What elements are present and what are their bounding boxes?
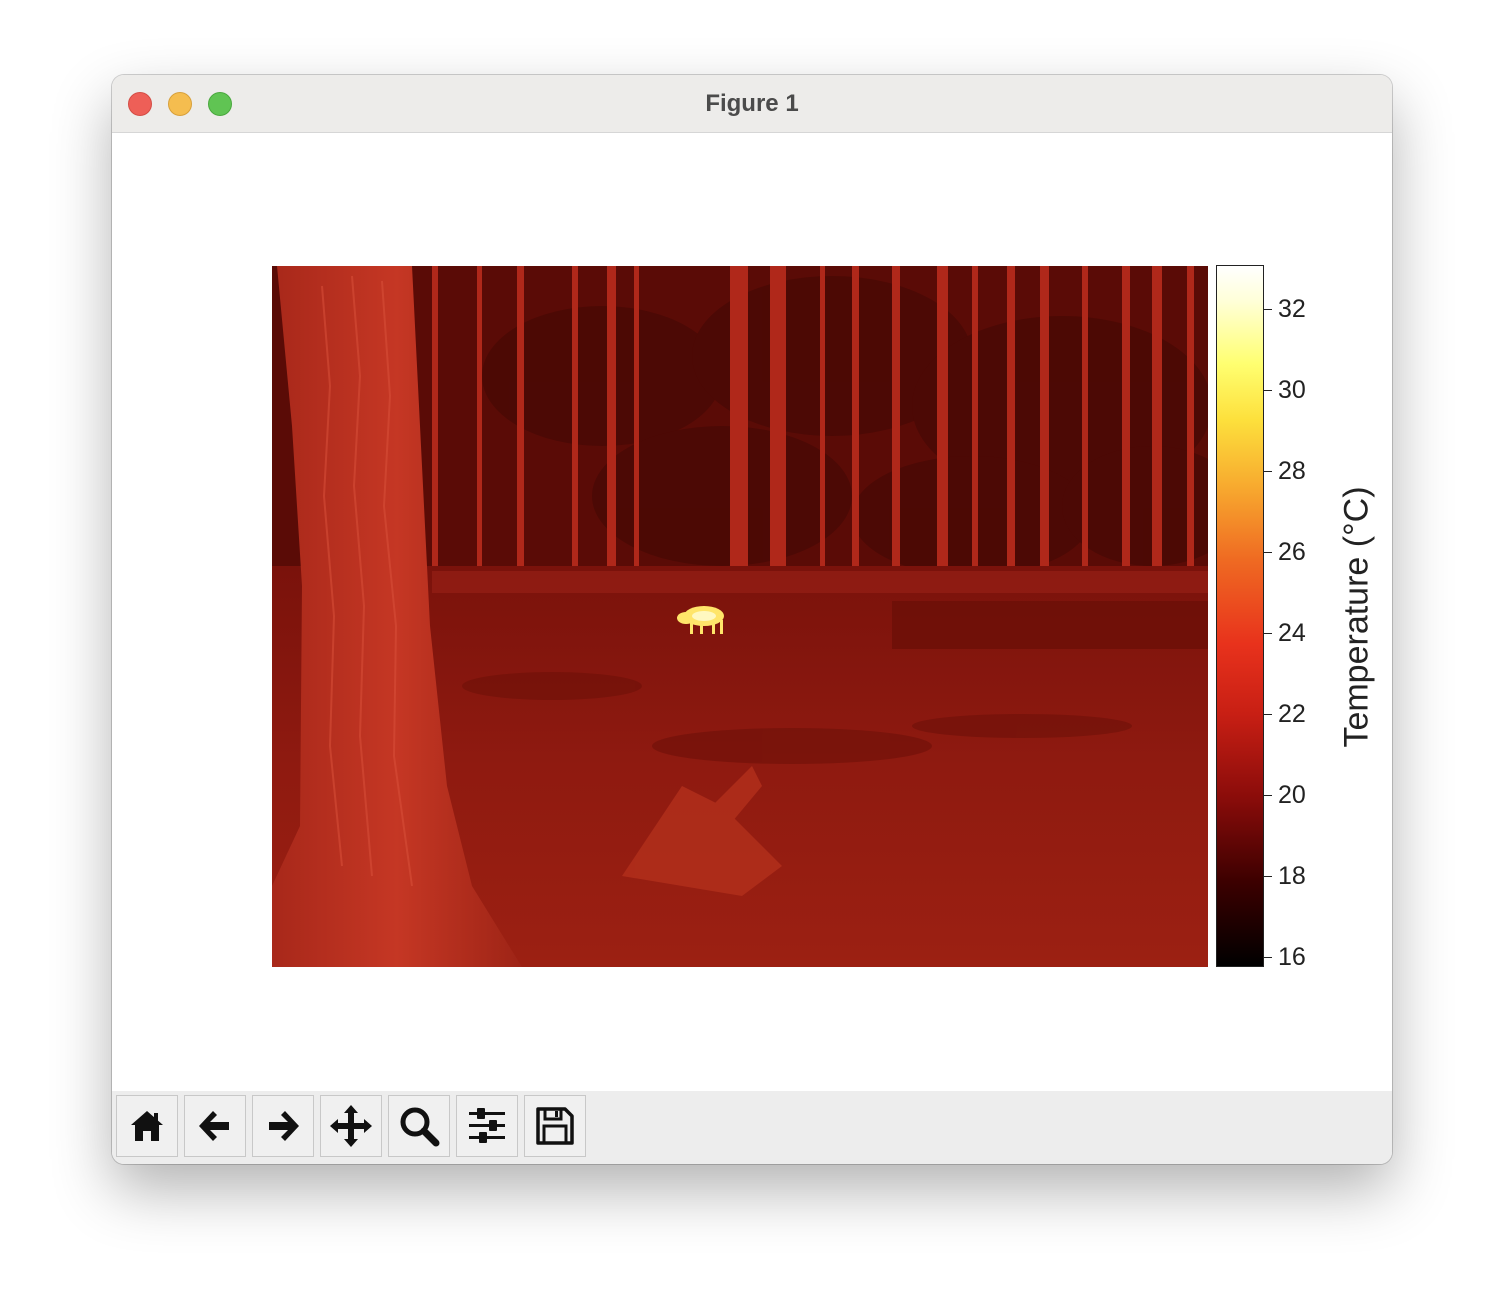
zoom-button-tool[interactable] — [388, 1095, 450, 1157]
colorbar-tick — [1264, 876, 1272, 877]
save-button[interactable] — [524, 1095, 586, 1157]
zoom-icon — [400, 1107, 440, 1147]
colorbar-tick — [1264, 390, 1272, 391]
pan-button[interactable] — [320, 1095, 382, 1157]
move-icon — [330, 1105, 372, 1147]
colorbar-tick — [1264, 957, 1272, 958]
colorbar-tick — [1264, 309, 1272, 310]
colorbar-tick-label: 18 — [1278, 862, 1306, 890]
forward-button[interactable] — [252, 1095, 314, 1157]
colorbar-tick — [1264, 795, 1272, 796]
figure-window: Figure 1 32 30 28 26 24 22 20 18 16 Temp… — [112, 75, 1392, 1164]
sliders-icon — [469, 1108, 505, 1143]
figure-canvas[interactable]: 32 30 28 26 24 22 20 18 16 Temperature (… — [112, 133, 1392, 1091]
arrow-right-icon — [269, 1111, 299, 1141]
colorbar-tick — [1264, 471, 1272, 472]
configure-subplots-button[interactable] — [456, 1095, 518, 1157]
colorbar-tick-label: 28 — [1278, 457, 1306, 485]
thermal-image[interactable] — [272, 266, 1208, 967]
colorbar-axis-label: Temperature (°C) — [1337, 486, 1376, 748]
colorbar-tick-label: 16 — [1278, 943, 1306, 971]
save-icon — [536, 1107, 574, 1145]
colorbar-tick-label: 30 — [1278, 376, 1306, 404]
zoom-button[interactable] — [208, 92, 232, 116]
navigation-toolbar — [112, 1091, 1392, 1164]
colorbar-tick-label: 22 — [1278, 700, 1306, 728]
minimize-button[interactable] — [168, 92, 192, 116]
home-button[interactable] — [116, 1095, 178, 1157]
arrow-left-icon — [199, 1111, 229, 1141]
colorbar-tick — [1264, 552, 1272, 553]
colorbar-tick — [1264, 714, 1272, 715]
colorbar-tick — [1264, 633, 1272, 634]
window-title: Figure 1 — [705, 90, 799, 117]
back-button[interactable] — [184, 1095, 246, 1157]
colorbar-tick-label: 20 — [1278, 781, 1306, 809]
thermal-scene — [272, 266, 1208, 967]
colorbar-tick-label: 32 — [1278, 295, 1306, 323]
colorbar — [1216, 265, 1264, 967]
colorbar-tick-label: 24 — [1278, 619, 1306, 647]
home-icon — [131, 1111, 163, 1141]
colorbar-tick-label: 26 — [1278, 538, 1306, 566]
close-button[interactable] — [128, 92, 152, 116]
title-bar[interactable]: Figure 1 — [112, 75, 1392, 133]
